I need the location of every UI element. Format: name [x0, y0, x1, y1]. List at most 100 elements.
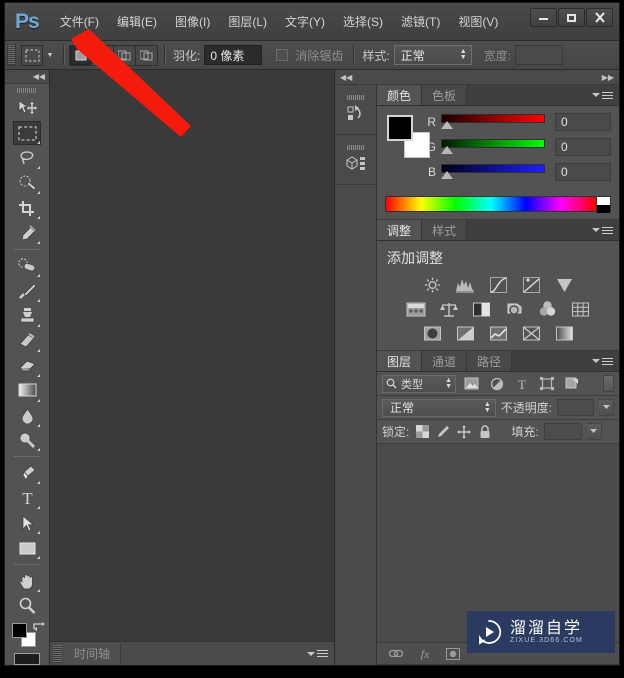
- eyedropper-tool[interactable]: [13, 221, 41, 245]
- tab-paths[interactable]: 路径: [467, 351, 513, 371]
- slider-b[interactable]: [441, 164, 545, 180]
- opacity-dropdown-button[interactable]: [599, 399, 614, 416]
- channel-value-b[interactable]: 0: [555, 163, 611, 181]
- blur-tool[interactable]: [13, 404, 41, 428]
- zoom-tool[interactable]: [13, 594, 41, 618]
- tab-timeline[interactable]: 时间轴: [64, 643, 122, 664]
- vibrance-icon[interactable]: [554, 276, 575, 294]
- feather-input[interactable]: 0 像素: [204, 45, 263, 65]
- close-button[interactable]: [586, 8, 613, 27]
- posterize-icon[interactable]: [455, 324, 476, 342]
- link-layers-icon[interactable]: [389, 646, 404, 661]
- lock-transparent-pixels-icon[interactable]: [414, 424, 430, 440]
- filter-enable-toggle[interactable]: [603, 375, 614, 392]
- filter-type-icon[interactable]: T: [512, 375, 531, 393]
- slider-thumb-b[interactable]: [441, 171, 453, 179]
- spot-healing-brush-tool[interactable]: [13, 254, 41, 278]
- blend-mode-select[interactable]: 正常 ▲ ▼: [382, 398, 496, 417]
- timeline-panel-menu-button[interactable]: [307, 648, 334, 659]
- tab-styles[interactable]: 样式: [422, 220, 468, 240]
- threshold-icon[interactable]: [488, 324, 509, 342]
- slider-thumb-r[interactable]: [441, 121, 453, 129]
- add-layer-mask-icon[interactable]: [445, 646, 460, 661]
- gradient-tool[interactable]: [13, 379, 41, 403]
- white-swatch[interactable]: [597, 197, 610, 205]
- foreground-color-swatch[interactable]: [12, 622, 27, 638]
- foreground-color-swatch[interactable]: [387, 115, 413, 141]
- layers-panel-menu-button[interactable]: [592, 351, 619, 371]
- fill-input[interactable]: [543, 423, 582, 440]
- photo-filter-icon[interactable]: [504, 300, 525, 318]
- hue-saturation-icon[interactable]: [405, 300, 426, 318]
- tab-color[interactable]: 颜色: [377, 85, 423, 105]
- adjustments-panel-menu-button[interactable]: [592, 220, 619, 240]
- swap-colors-icon[interactable]: [33, 621, 45, 633]
- black-swatch[interactable]: [597, 205, 610, 213]
- path-selection-tool[interactable]: [13, 511, 41, 535]
- chevron-down-icon[interactable]: ▼: [43, 52, 57, 59]
- subtract-from-selection-button[interactable]: [113, 44, 136, 66]
- timeline-grip[interactable]: [53, 644, 62, 663]
- crop-tool[interactable]: [13, 196, 41, 220]
- clone-stamp-tool[interactable]: [13, 304, 41, 328]
- tab-adjustments[interactable]: 调整: [377, 220, 423, 240]
- quick-selection-tool[interactable]: [13, 171, 41, 195]
- menu-file[interactable]: 文件(F): [51, 9, 108, 34]
- filter-pixel-icon[interactable]: [462, 375, 481, 393]
- menu-select[interactable]: 选择(S): [334, 9, 392, 34]
- maximize-button[interactable]: [558, 8, 585, 27]
- move-tool[interactable]: [13, 96, 41, 120]
- antialias-checkbox[interactable]: [276, 49, 289, 61]
- collapse-left-icon[interactable]: ◀◀: [340, 73, 352, 82]
- pen-tool[interactable]: [13, 461, 41, 485]
- brightness-contrast-icon[interactable]: [422, 276, 443, 294]
- layer-style-fx-icon[interactable]: fx: [417, 646, 432, 661]
- toolbox-grip[interactable]: [17, 87, 37, 94]
- history-brush-tool[interactable]: [13, 329, 41, 353]
- lasso-tool[interactable]: [13, 146, 41, 170]
- toolbox-collapse-button[interactable]: ◀◀: [5, 70, 49, 84]
- slider-r[interactable]: [441, 114, 545, 130]
- color-panel-menu-button[interactable]: [592, 85, 619, 105]
- filter-smart-object-icon[interactable]: [562, 375, 581, 393]
- minimize-button[interactable]: [530, 8, 557, 27]
- menu-image[interactable]: 图像(I): [166, 9, 219, 34]
- add-to-selection-button[interactable]: [91, 44, 114, 66]
- collapse-right-icon[interactable]: ▶▶: [602, 73, 614, 82]
- width-input[interactable]: [515, 45, 564, 65]
- history-panel-icon[interactable]: [335, 85, 376, 135]
- opacity-input[interactable]: [557, 399, 595, 416]
- lock-all-icon[interactable]: [477, 424, 493, 440]
- rectangular-marquee-tool[interactable]: [13, 121, 41, 146]
- layer-filter-type-select[interactable]: 类型 ▲ ▼: [382, 374, 456, 393]
- rectangle-tool[interactable]: [13, 536, 41, 560]
- hand-tool[interactable]: [13, 569, 41, 593]
- color-lookup-icon[interactable]: [570, 300, 591, 318]
- black-white-icon[interactable]: [471, 300, 492, 318]
- gradient-map-icon[interactable]: [554, 324, 575, 342]
- curves-icon[interactable]: [488, 276, 509, 294]
- tab-channels[interactable]: 通道: [422, 351, 468, 371]
- menu-edit[interactable]: 编辑(E): [108, 9, 166, 34]
- slider-g[interactable]: [441, 139, 545, 155]
- 3d-panel-icon[interactable]: [335, 135, 376, 185]
- intersect-selection-button[interactable]: [135, 44, 158, 66]
- exposure-icon[interactable]: [521, 276, 542, 294]
- menu-type[interactable]: 文字(Y): [276, 9, 334, 34]
- channel-value-r[interactable]: 0: [555, 113, 611, 131]
- rectangular-marquee-icon[interactable]: [21, 44, 43, 66]
- brush-tool[interactable]: [13, 279, 41, 303]
- style-select[interactable]: 正常 ▲ ▼: [393, 45, 472, 65]
- type-tool[interactable]: T: [13, 486, 41, 510]
- selective-color-icon[interactable]: [521, 324, 542, 342]
- color-balance-icon[interactable]: [438, 300, 459, 318]
- eraser-tool[interactable]: [13, 354, 41, 378]
- dock-collapse-bar[interactable]: ◀◀ ▶▶: [335, 70, 619, 85]
- quick-mask-button[interactable]: [14, 652, 40, 665]
- menu-layer[interactable]: 图层(L): [219, 9, 276, 34]
- channel-mixer-icon[interactable]: [537, 300, 558, 318]
- color-spectrum-bar[interactable]: [385, 196, 597, 212]
- filter-adjustment-icon[interactable]: [487, 375, 506, 393]
- slider-thumb-g[interactable]: [441, 146, 453, 154]
- empty-canvas[interactable]: [50, 70, 334, 641]
